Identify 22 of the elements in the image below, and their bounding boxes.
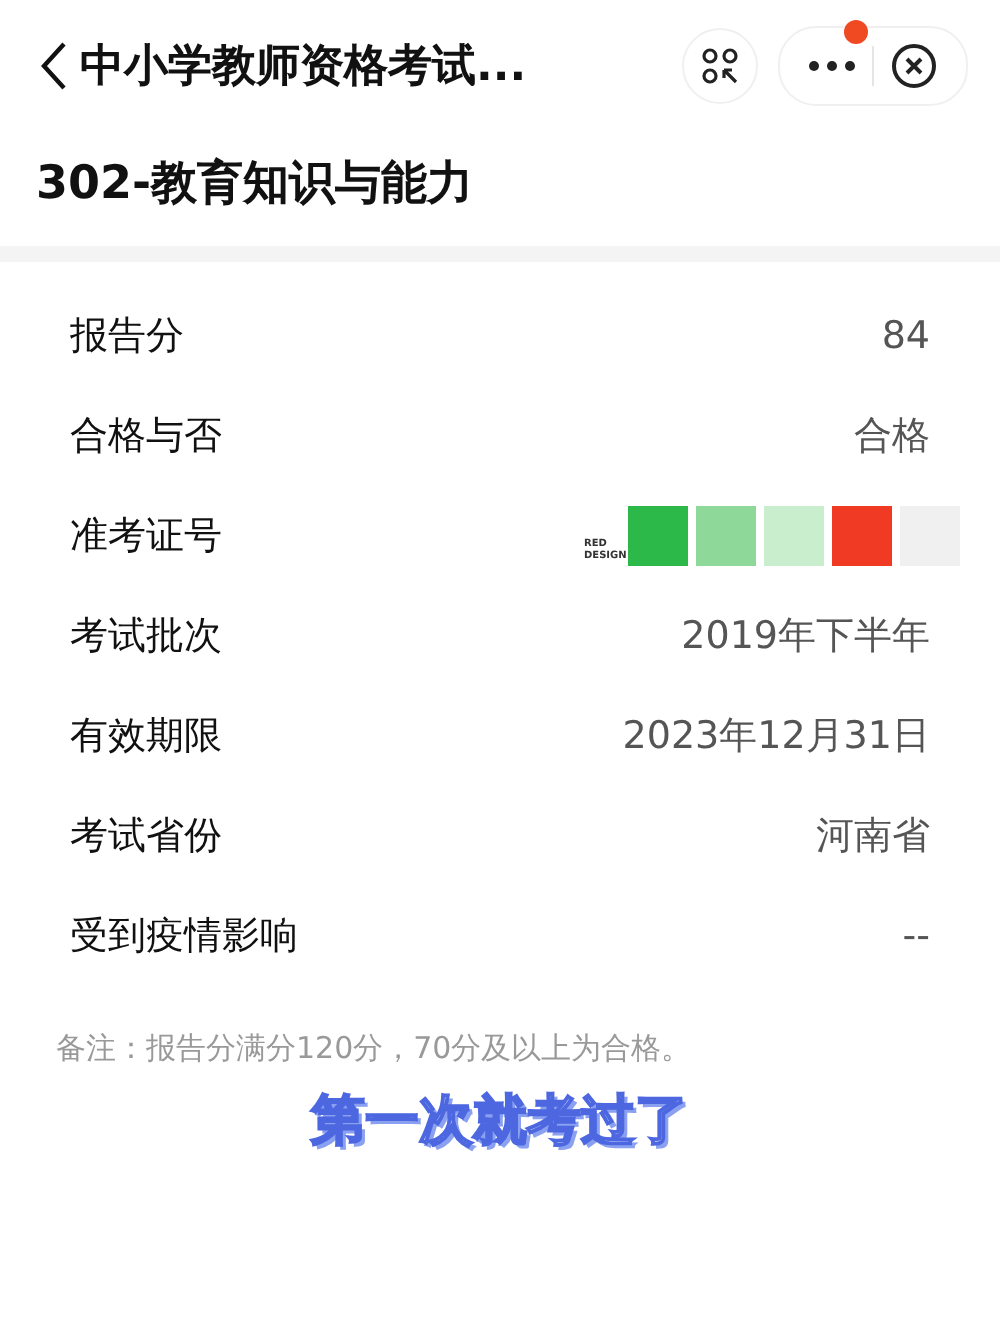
more-icon <box>808 60 856 72</box>
note-text: 备注：报告分满分120分，70分及以上为合格。 <box>54 1028 694 1068</box>
field-value: 合格 <box>854 412 930 462</box>
field-value: -- <box>902 914 930 958</box>
field-label: 考试批次 <box>70 612 222 662</box>
page-title: 中小学教师资格考试... <box>80 40 529 96</box>
field-label: 受到疫情影响 <box>70 912 298 962</box>
field-label: 合格与否 <box>70 412 222 462</box>
back-icon[interactable] <box>40 40 68 92</box>
field-label: 考试省份 <box>70 812 222 862</box>
scan-button[interactable] <box>682 28 758 104</box>
field-value: 河南省 <box>816 812 930 862</box>
caption-text: 第一次就考过了 <box>311 1088 689 1156</box>
field-value: 2023年12月31日 <box>622 712 930 762</box>
field-label: 准考证号 <box>70 512 222 562</box>
field-label: 有效期限 <box>70 712 222 762</box>
field-value: 2019年下半年 <box>681 612 930 662</box>
scan-icon <box>700 46 740 86</box>
subject-title: 302-教育知识与能力 <box>34 155 476 214</box>
close-icon <box>890 42 938 90</box>
field-label: 报告分 <box>70 312 184 362</box>
field-value: 84 <box>881 314 930 358</box>
